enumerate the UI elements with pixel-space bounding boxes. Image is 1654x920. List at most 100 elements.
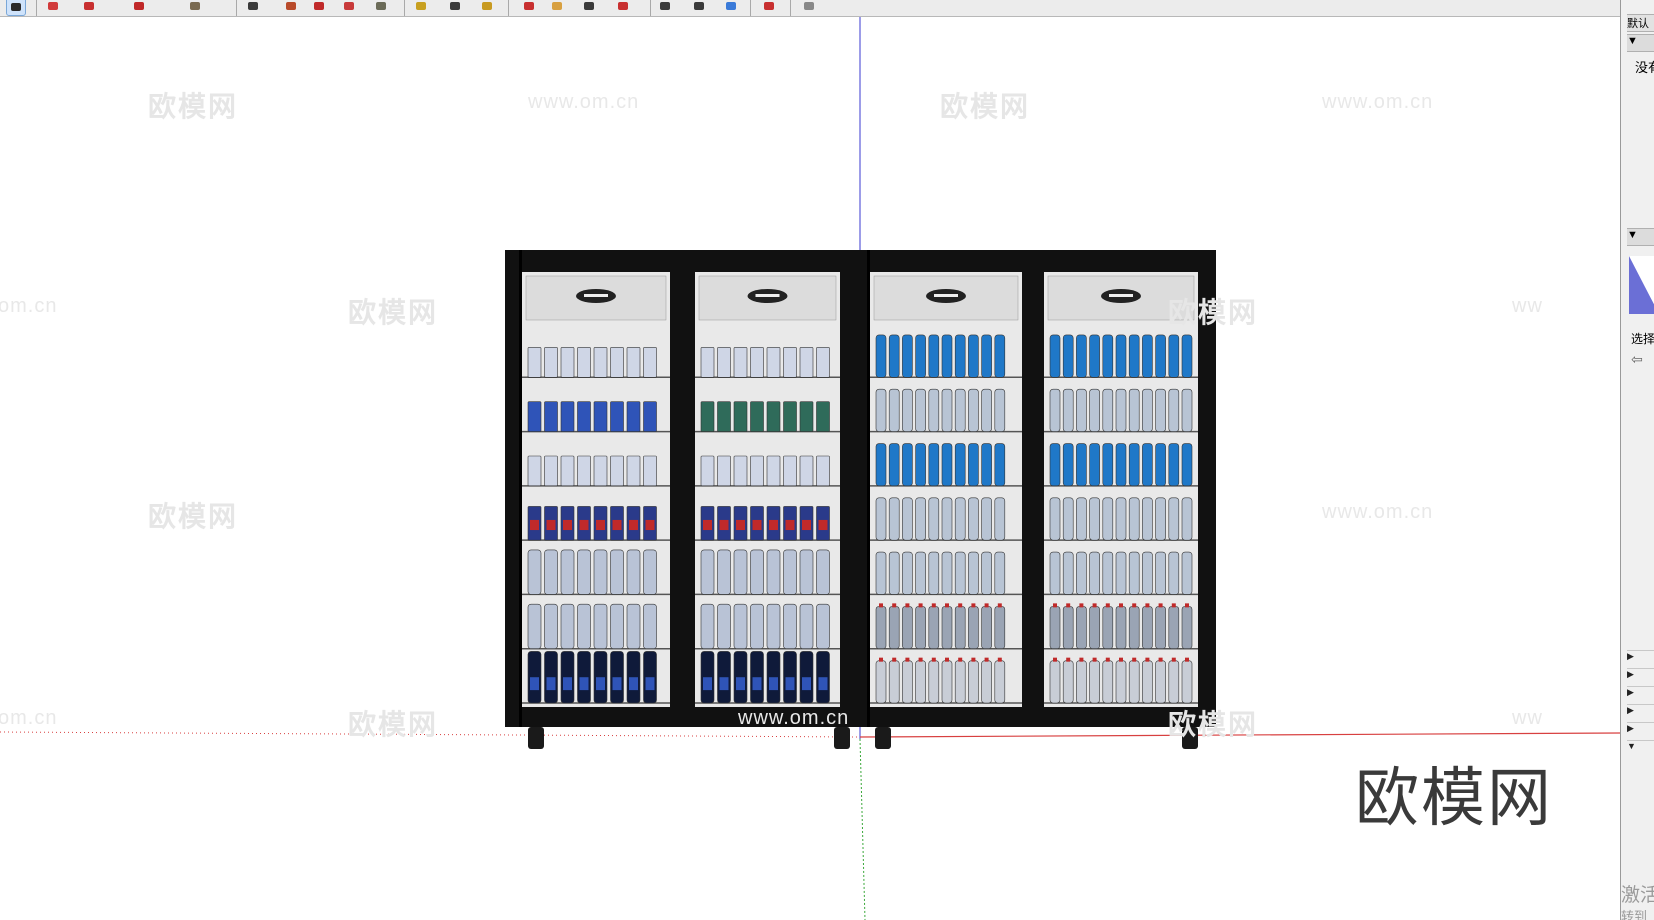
- bottle-cap: [958, 657, 963, 662]
- can-label: [769, 519, 778, 531]
- beverage-item: [968, 443, 979, 487]
- beverage-item: [1155, 606, 1166, 650]
- watermark-text: om.cn: [0, 707, 58, 729]
- beverage-item: [1115, 497, 1127, 541]
- beverage-item: [1181, 497, 1193, 541]
- beverage-item: [610, 603, 624, 650]
- beverage-item: [888, 551, 900, 595]
- beverage-item: [577, 603, 591, 650]
- beverage-item: [783, 455, 797, 487]
- beverage-item: [888, 497, 900, 541]
- tape-measure-icon[interactable]: [412, 0, 430, 14]
- beverage-item: [1168, 551, 1180, 595]
- beverage-item: [816, 347, 830, 378]
- watermark-text: om.cn: [0, 295, 58, 317]
- watermark-text: 欧模网: [348, 297, 439, 328]
- tray-section-row[interactable]: ▶: [1627, 668, 1654, 685]
- bottle-cap: [1092, 657, 1097, 662]
- main-toolbar: [0, 0, 1620, 17]
- beverage-item: [816, 549, 830, 595]
- door-frame-post: [519, 250, 522, 727]
- section-plane-icon[interactable]: [800, 0, 818, 14]
- protractor-icon[interactable]: [478, 0, 496, 14]
- bottle-cap: [931, 603, 936, 608]
- modeling-viewport[interactable]: 欧模网 www.om.cn 欧模网 www.om.cn om.cn 欧模网 欧模网 ww 欧模网…: [0, 17, 1620, 920]
- pencil-icon[interactable]: [80, 0, 98, 14]
- select-arrow-icon[interactable]: [6, 0, 26, 16]
- fridge-foot: [528, 727, 544, 749]
- door-frame-post: [867, 250, 870, 727]
- beverage-item: [875, 497, 887, 541]
- back-arrow-icon[interactable]: ⇦: [1631, 351, 1643, 368]
- can-label: [596, 519, 605, 531]
- rotate-icon[interactable]: [340, 0, 358, 14]
- toolbar-separator: [650, 0, 651, 16]
- activate-windows-subtext: 转到: [1621, 909, 1648, 920]
- beverage-item: [1168, 443, 1180, 487]
- eraser-icon[interactable]: [44, 0, 62, 14]
- tray-section-row[interactable]: ▶: [1627, 722, 1654, 739]
- follow-me-icon[interactable]: [282, 0, 300, 14]
- tool-glyph: [584, 2, 594, 10]
- beverage-item: [766, 401, 781, 432]
- position-camera-icon[interactable]: [760, 0, 778, 14]
- beverage-item: [643, 603, 657, 650]
- paint-bucket-icon[interactable]: [186, 0, 204, 14]
- tray-section-row[interactable]: ▶: [1627, 650, 1654, 667]
- zoom-icon[interactable]: [580, 0, 598, 14]
- beverage-item: [968, 660, 979, 704]
- beverage-item: [928, 443, 940, 487]
- tray-section-row[interactable]: ▶: [1627, 704, 1654, 721]
- bottle-cap: [1092, 603, 1097, 608]
- beverage-item: [902, 443, 913, 487]
- bottle-cap: [892, 657, 897, 662]
- walk-icon[interactable]: [722, 0, 740, 14]
- tray-title-text: 默认: [1627, 18, 1649, 30]
- beverage-item: [994, 606, 1006, 650]
- beverage-item: [1076, 497, 1087, 541]
- tray-section-toggle[interactable]: ▼: [1627, 34, 1654, 52]
- watermark-text: www.om.cn: [738, 707, 850, 729]
- zoom-extents-icon[interactable]: [614, 0, 632, 14]
- fridge-vent-slot: [584, 294, 608, 297]
- orbit-icon[interactable]: [520, 0, 538, 14]
- beverage-item: [643, 549, 657, 595]
- beverage-item: [1102, 388, 1114, 432]
- push-pull-icon[interactable]: [244, 0, 262, 14]
- tool-glyph: [726, 2, 736, 10]
- beverage-item: [1076, 660, 1087, 704]
- previous-view-icon[interactable]: [656, 0, 674, 14]
- tray-section-row[interactable]: ▼: [1627, 740, 1654, 757]
- beverage-item: [1142, 334, 1153, 378]
- bottle-label: [563, 677, 572, 691]
- bottle-cap: [971, 603, 976, 608]
- dimension-icon[interactable]: [446, 0, 464, 14]
- beverage-item: [1128, 606, 1140, 650]
- tool-glyph: [248, 2, 258, 10]
- next-view-icon[interactable]: [690, 0, 708, 14]
- beverage-item: [577, 455, 591, 487]
- scale-icon[interactable]: [372, 0, 390, 14]
- beverage-item: [1102, 660, 1114, 704]
- line-icon[interactable]: [130, 0, 148, 14]
- tool-glyph: [524, 2, 534, 10]
- move-icon[interactable]: [310, 0, 328, 14]
- bottle-cap: [905, 603, 910, 608]
- beverage-item: [954, 606, 966, 650]
- bottle-cap: [997, 657, 1002, 662]
- tray-materials-label: ▼: [1627, 229, 1638, 241]
- beverage-item: [941, 334, 953, 378]
- bottle-cap: [1145, 603, 1150, 608]
- tray-materials-toggle[interactable]: ▼: [1627, 228, 1654, 246]
- pan-icon[interactable]: [548, 0, 566, 14]
- beverage-item: [783, 549, 797, 595]
- material-swatch[interactable]: [1629, 256, 1654, 314]
- can-label: [629, 519, 638, 531]
- beverage-item: [928, 388, 940, 432]
- bottle-label: [612, 677, 622, 691]
- tray-section-row[interactable]: ▶: [1627, 686, 1654, 703]
- beverage-item: [875, 388, 887, 432]
- beverage-item: [816, 455, 830, 487]
- can-label: [645, 519, 655, 531]
- beverage-item: [981, 443, 992, 487]
